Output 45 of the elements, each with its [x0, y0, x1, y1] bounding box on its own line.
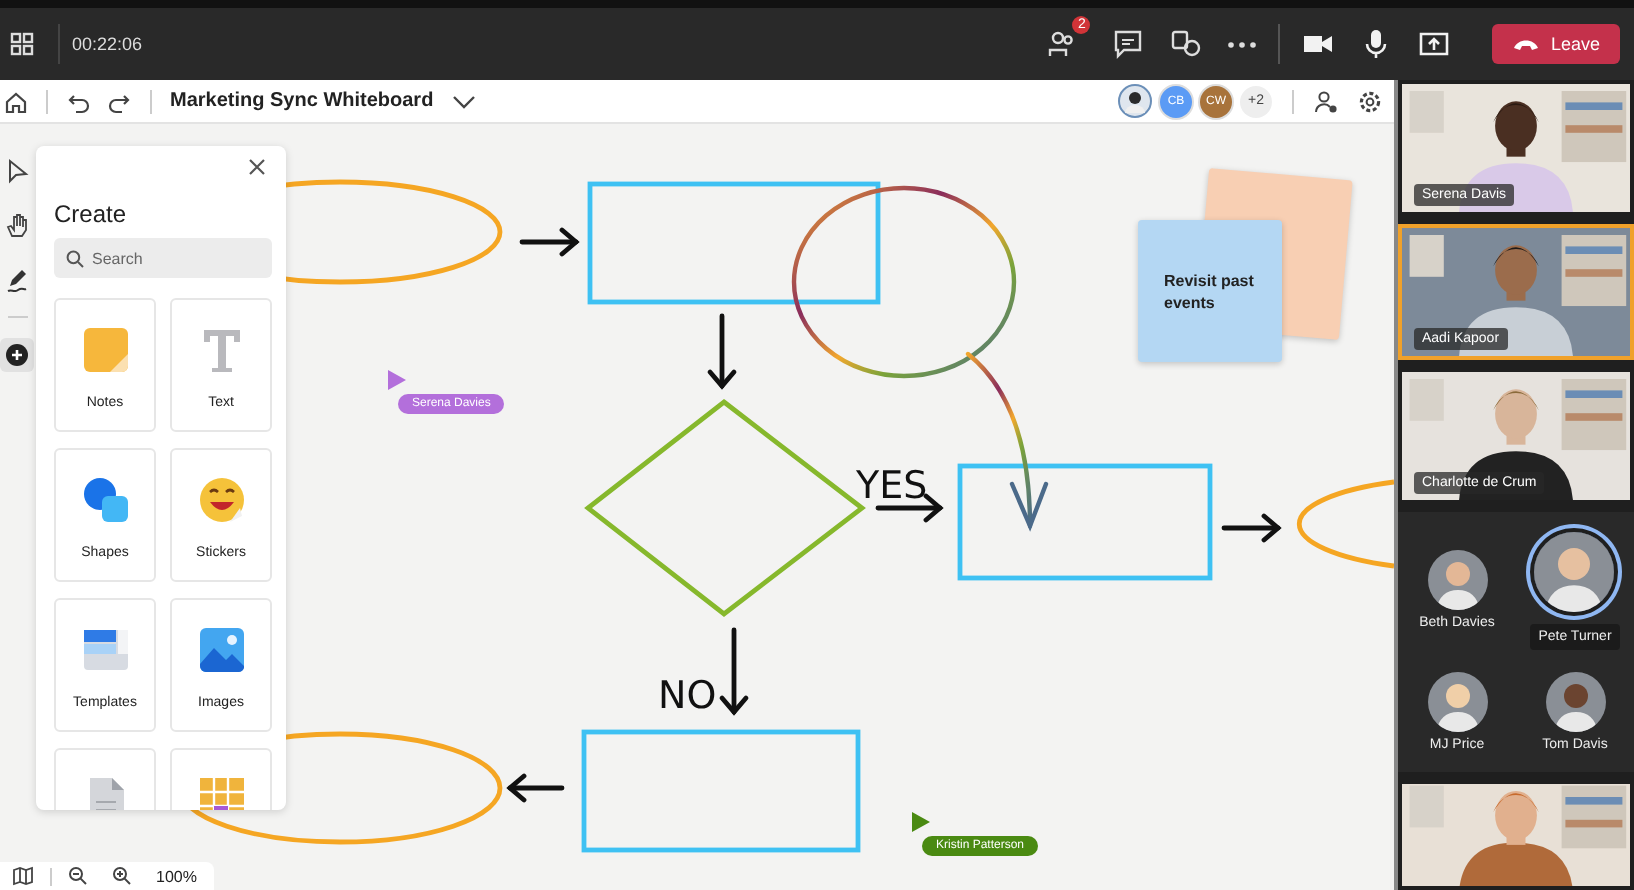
add-icon: [4, 342, 30, 368]
redo-icon[interactable]: [108, 89, 132, 113]
share-screen-icon: [1418, 28, 1451, 60]
close-icon[interactable]: [248, 158, 266, 176]
pointer-icon: [4, 158, 30, 184]
leave-button[interactable]: Leave: [1492, 24, 1620, 64]
template-icon: [79, 624, 131, 676]
grid-icon[interactable]: [10, 32, 34, 56]
arrow: [519, 227, 580, 257]
sticky-note: Revisit past events: [1138, 220, 1282, 362]
no-label: NO: [658, 674, 717, 718]
shapes-icon: [79, 474, 131, 526]
cursor-icon: [912, 812, 930, 832]
rooms-icon: [1170, 28, 1203, 60]
cursor-icon: [388, 370, 406, 390]
zoom-level: 100%: [156, 867, 197, 885]
whiteboard-title: Marketing Sync Whiteboard: [170, 90, 434, 112]
map-icon[interactable]: [12, 866, 34, 886]
sticky-note-icon: [79, 324, 131, 376]
zoom-in-icon[interactable]: [112, 866, 132, 886]
phone-icon: [1512, 36, 1541, 52]
add-tool[interactable]: [0, 338, 34, 372]
home-icon[interactable]: [4, 89, 28, 113]
arrow: [719, 627, 749, 716]
chevron-down-icon[interactable]: [451, 93, 476, 109]
image-icon: [195, 624, 247, 676]
person-settings-icon[interactable]: [1314, 89, 1338, 113]
yes-label: YES: [856, 464, 928, 508]
pen-icon: [4, 266, 30, 292]
emoji-icon: [195, 474, 247, 526]
panel-title: Create: [54, 200, 129, 228]
chat-icon: [1112, 28, 1145, 60]
arrow: [707, 313, 737, 390]
settings-icon[interactable]: [1358, 89, 1382, 113]
meeting-timer: 00:22:06: [58, 24, 143, 64]
people-icon: [1046, 28, 1079, 60]
search-field[interactable]: Search: [54, 238, 272, 278]
zoom-out-icon[interactable]: [68, 866, 88, 886]
hand-icon: [4, 212, 30, 238]
more-button[interactable]: [1224, 37, 1261, 51]
search-icon: [66, 250, 84, 268]
more-icon: [1228, 41, 1257, 47]
arrow: [1221, 513, 1282, 543]
undo-icon[interactable]: [66, 89, 90, 113]
arrow: [506, 773, 565, 803]
